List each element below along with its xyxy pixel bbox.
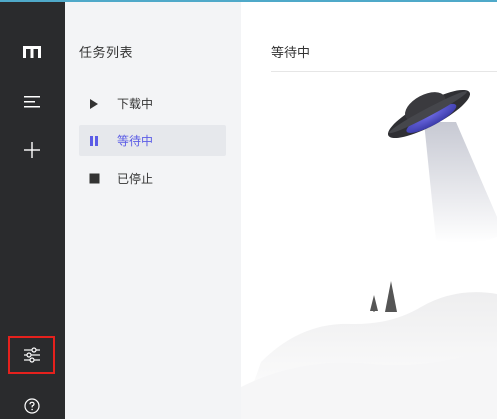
help-icon[interactable] [12, 388, 52, 419]
plus-icon[interactable] [12, 132, 52, 168]
task-list-panel: 任务列表 下载中 等待中 已停止 [65, 2, 241, 419]
main-content: 等待中 [241, 2, 497, 419]
task-item-label: 已停止 [117, 172, 154, 186]
tree-icon [385, 281, 397, 312]
task-item-label: 下载中 [117, 97, 154, 111]
task-item-stopped[interactable]: 已停止 [79, 163, 226, 194]
logo-icon[interactable] [12, 34, 52, 70]
task-item-waiting[interactable]: 等待中 [79, 125, 226, 156]
ufo-beam [424, 122, 497, 243]
task-item-downloading[interactable]: 下载中 [79, 88, 226, 119]
task-item-label: 等待中 [117, 134, 154, 148]
app-sidebar [0, 2, 65, 419]
pause-icon [89, 135, 111, 147]
stop-icon [89, 173, 111, 184]
menu-icon[interactable] [12, 84, 52, 120]
tree-trunk [373, 305, 375, 312]
play-icon [89, 98, 111, 110]
settings-sliders-icon[interactable] [8, 336, 55, 374]
empty-state-ufo-illustration [241, 89, 497, 419]
task-list-title: 任务列表 [79, 46, 134, 61]
